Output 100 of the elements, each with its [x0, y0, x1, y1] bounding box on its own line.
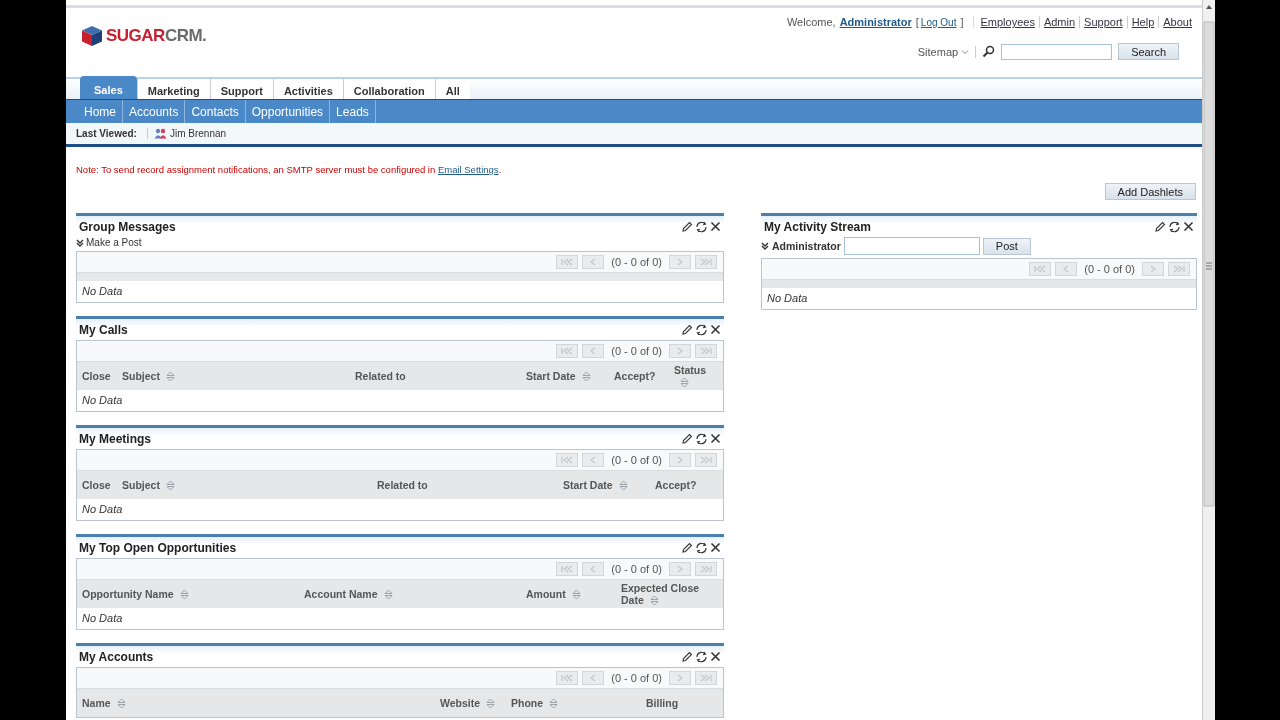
- module-tab[interactable]: All: [434, 79, 470, 99]
- close-icon[interactable]: [1183, 221, 1194, 232]
- double-chevron-icon[interactable]: [761, 242, 769, 250]
- sort-icon[interactable]: [549, 698, 559, 710]
- column-header[interactable]: Close: [82, 479, 111, 491]
- pager-range: (0 - 0 of 0): [1083, 263, 1136, 275]
- next-page-icon: [677, 347, 683, 355]
- sort-icon[interactable]: [649, 595, 659, 607]
- sort-icon[interactable]: [179, 589, 189, 601]
- dashlet-title: My Activity Stream: [764, 219, 871, 234]
- dashlet-title: My Calls: [79, 322, 128, 337]
- edit-icon[interactable]: [1154, 220, 1166, 233]
- edit-icon[interactable]: [681, 541, 693, 554]
- column-header[interactable]: Subject: [122, 369, 175, 383]
- first-page-icon: [561, 674, 574, 682]
- dashlet-title: Group Messages: [79, 219, 176, 234]
- module-tab[interactable]: Sales: [80, 76, 137, 99]
- column-header[interactable]: Website: [440, 696, 496, 710]
- post-input-field[interactable]: [843, 237, 980, 255]
- previous-page-icon: [590, 258, 597, 266]
- sort-icon[interactable]: [383, 589, 393, 601]
- module-tab[interactable]: Support: [209, 79, 273, 99]
- sitemap-link[interactable]: Sitemap: [917, 45, 959, 58]
- header-link[interactable]: Support: [1079, 16, 1127, 28]
- scrollbar[interactable]: [1202, 0, 1215, 720]
- last-page-icon: [1173, 265, 1185, 273]
- caret-icon[interactable]: [961, 48, 970, 55]
- sort-icon[interactable]: [571, 589, 581, 601]
- close-icon[interactable]: [710, 221, 721, 232]
- previous-page-icon: [590, 565, 597, 573]
- header-link[interactable]: Help: [1126, 16, 1159, 28]
- no-data-text: No Data: [81, 284, 124, 299]
- sort-icon[interactable]: [581, 371, 591, 383]
- column-header[interactable]: Status: [674, 363, 718, 389]
- column-header[interactable]: Accept?: [655, 479, 697, 491]
- first-page-icon: [1034, 265, 1047, 273]
- post-button[interactable]: Post: [982, 237, 1031, 255]
- user-link[interactable]: Administrator: [839, 16, 912, 28]
- edit-icon[interactable]: [681, 220, 693, 233]
- make-post-link[interactable]: Make a Post: [86, 237, 142, 248]
- header-link[interactable]: About: [1158, 16, 1196, 28]
- refresh-icon[interactable]: [695, 541, 708, 554]
- add-dashlets-button[interactable]: Add Dashlets: [1104, 183, 1196, 200]
- search-icon[interactable]: [982, 45, 996, 58]
- column-header[interactable]: Billing: [646, 697, 679, 709]
- module-tab[interactable]: Marketing: [136, 79, 210, 99]
- sort-icon[interactable]: [165, 371, 175, 383]
- header-link[interactable]: Admin: [1038, 16, 1080, 28]
- column-header[interactable]: Start Date: [563, 478, 628, 492]
- sort-icon[interactable]: [618, 480, 628, 492]
- module-tab[interactable]: Collaboration: [342, 79, 435, 99]
- column-header[interactable]: Phone: [511, 696, 559, 710]
- no-data-text: No Data: [81, 611, 124, 626]
- sort-icon[interactable]: [165, 480, 175, 492]
- next-page-icon: [677, 258, 683, 266]
- refresh-icon[interactable]: [695, 323, 708, 336]
- column-header[interactable]: Related to: [377, 479, 428, 491]
- first-page-icon: [561, 347, 574, 355]
- double-chevron-icon[interactable]: [76, 238, 84, 247]
- column-header[interactable]: Accept?: [614, 370, 656, 382]
- bracket-text: ]: [960, 16, 964, 28]
- pager-range: (0 - 0 of 0): [610, 256, 663, 268]
- dashlet-title: My Accounts: [79, 649, 154, 664]
- bracket-text: [: [915, 16, 919, 28]
- pager-range: (0 - 0 of 0): [610, 345, 663, 357]
- search-field[interactable]: [1001, 43, 1113, 60]
- column-header[interactable]: Subject: [122, 478, 175, 492]
- next-page-icon: [1150, 265, 1156, 273]
- close-icon[interactable]: [710, 324, 721, 335]
- column-header[interactable]: Account Name: [304, 587, 393, 601]
- logout-link[interactable]: Log Out: [920, 16, 957, 28]
- module-tab[interactable]: Activities: [272, 79, 343, 99]
- email-settings-link[interactable]: Email Settings: [437, 164, 499, 175]
- refresh-icon[interactable]: [695, 650, 708, 663]
- column-header[interactable]: Name: [82, 696, 126, 710]
- close-icon[interactable]: [710, 433, 721, 444]
- column-header[interactable]: Opportunity Name: [82, 587, 189, 601]
- header-link[interactable]: Employees: [980, 16, 1039, 28]
- column-header[interactable]: Expected Close Date: [621, 581, 718, 607]
- refresh-icon[interactable]: [695, 220, 708, 233]
- sort-icon[interactable]: [680, 377, 689, 389]
- notice-text: Note: To send record assignment notifications, an SMTP server must be configured in Email Settings.: [76, 164, 503, 175]
- refresh-icon[interactable]: [695, 432, 708, 445]
- close-icon[interactable]: [710, 542, 721, 553]
- column-header[interactable]: Related to: [355, 370, 406, 382]
- refresh-icon[interactable]: [1168, 220, 1181, 233]
- column-header[interactable]: Amount: [526, 587, 581, 601]
- cube-logo-icon: [81, 25, 103, 47]
- column-header[interactable]: Start Date: [526, 369, 591, 383]
- edit-icon[interactable]: [681, 432, 693, 445]
- close-icon[interactable]: [710, 651, 721, 662]
- recent-record-link[interactable]: Jim Brennan: [169, 128, 227, 139]
- last-page-icon: [700, 674, 712, 682]
- edit-icon[interactable]: [681, 650, 693, 663]
- sort-icon[interactable]: [116, 698, 126, 710]
- column-header[interactable]: Close: [82, 370, 111, 382]
- sort-icon[interactable]: [486, 698, 496, 710]
- edit-icon[interactable]: [681, 323, 693, 336]
- search-button[interactable]: Search: [1118, 43, 1179, 60]
- dashlet-title: My Meetings: [79, 431, 151, 446]
